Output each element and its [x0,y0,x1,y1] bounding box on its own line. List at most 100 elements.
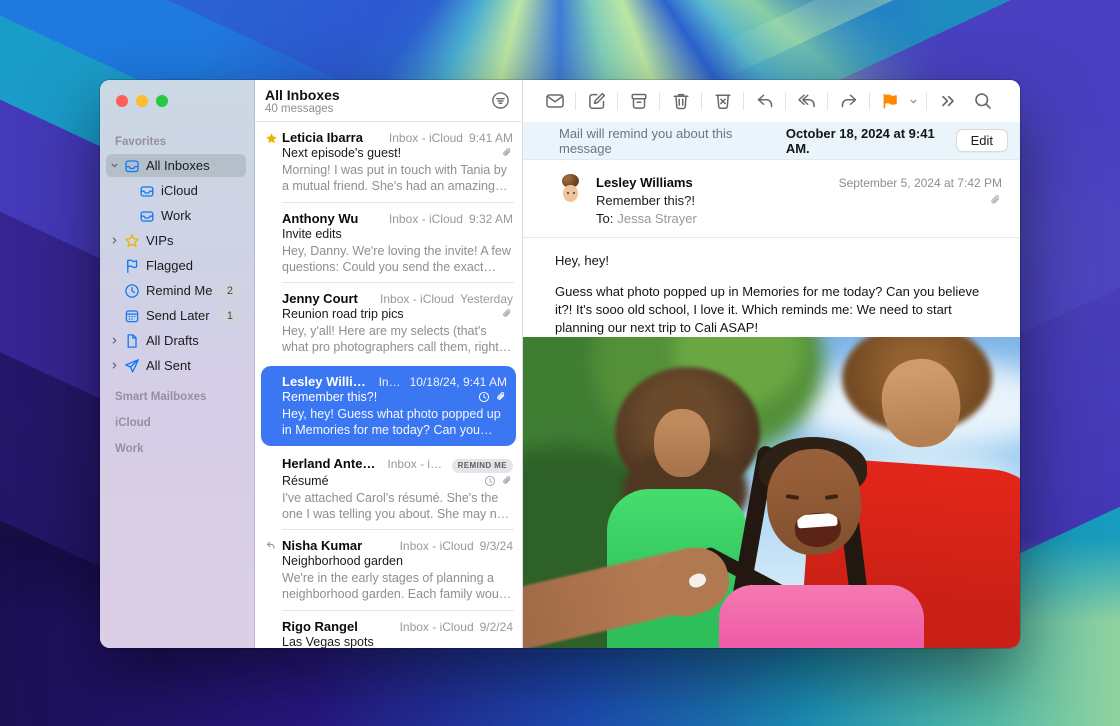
to-label: To: [596,211,613,226]
photo-attachment[interactable] [523,337,1020,648]
message-preview: Morning! I was put in touch with Tania b… [282,162,513,195]
body-paragraph: Guess what photo popped up in Memories f… [555,283,990,337]
message-sender: Anthony Wu [282,211,383,226]
sidebar: FavoritesAll InboxesiCloudWorkVIPsFlagge… [100,80,255,648]
message-sender: Leticia Ibarra [282,130,383,145]
photo-person-center-shirt [719,585,924,648]
list-message-count: 40 messages [265,103,488,116]
sidebar-item-icloud[interactable]: iCloud [106,179,246,202]
flag-button[interactable] [877,89,904,113]
message-row-lesley-williams[interactable]: Lesley WilliamsInb...10/18/24, 9:41 AMRe… [261,366,516,447]
chevron-down-icon[interactable] [106,160,123,171]
mailbox-list: FavoritesAll InboxesiCloudWorkVIPsFlagge… [100,136,254,455]
paperclip-icon [501,308,513,320]
message-subject: Neighborhood garden [282,554,513,568]
toolbar [523,80,1020,122]
message-mailbox: Inbox - iCloud [400,620,474,634]
list-title-wrap: All Inboxes 40 messages [265,85,488,116]
message-list: Leticia IbarraInbox - iCloud9:41 AMNext … [255,122,522,648]
message-sender: Nisha Kumar [282,538,394,553]
message-row-herland-antezana[interactable]: Herland AntezanaInbox - iCl...REMIND MER… [255,448,522,530]
message-mailbox: Inbox - iCl... [387,457,445,471]
message-preview: We're in the early stages of planning a … [282,570,513,603]
reminder-date: October 18, 2024 at 9:41 AM. [786,126,956,156]
chevron-right-icon[interactable] [106,335,123,346]
forward-button[interactable] [835,89,862,113]
sidebar-item-label: VIPs [146,233,246,248]
minimize-button[interactable] [136,95,148,107]
message-subject: Reunion road trip pics [282,307,496,321]
message-subject: Las Vegas spots [282,635,513,649]
more-toolbar-button[interactable] [934,89,961,113]
message-time: 9/3/24 [480,539,513,553]
message-time: 9/2/24 [480,620,513,634]
edit-reminder-button[interactable]: Edit [956,129,1008,152]
clock-icon [478,391,490,403]
message-sender: Jenny Court [282,291,374,306]
inbox-icon [138,182,155,199]
message-time: Yesterday [460,292,513,306]
close-button[interactable] [116,95,128,107]
mail-window: FavoritesAll InboxesiCloudWorkVIPsFlagge… [100,80,1020,648]
archive-button[interactable] [625,89,652,113]
window-controls [100,80,254,122]
junk-button[interactable] [709,89,736,113]
sidebar-section-icloud[interactable]: iCloud [115,417,254,429]
message-header-text: Lesley Williams Remember this?! To:Jessa… [596,174,839,227]
sidebar-item-work[interactable]: Work [106,204,246,227]
chevron-down-icon[interactable] [908,96,919,107]
compose-button[interactable] [583,89,610,113]
toolbar-divider [617,92,618,110]
sidebar-item-send-later[interactable]: Send Later1 [106,304,246,327]
sidebar-item-flagged[interactable]: Flagged [106,254,246,277]
star-icon [123,232,140,249]
sidebar-item-label: All Sent [146,358,246,373]
sender-avatar[interactable] [555,175,585,205]
message-row-anthony-wu[interactable]: Anthony WuInbox - iCloud9:32 AMInvite ed… [255,203,522,284]
toolbar-divider [785,92,786,110]
reply-all-button[interactable] [793,89,820,113]
sidebar-item-all-inboxes[interactable]: All Inboxes [106,154,246,177]
sidebar-section-favorites[interactable]: Favorites [115,136,254,148]
message-pane: Mail will remind you about this message … [523,80,1020,648]
message-subject: Résumé [282,474,479,488]
calendar-icon [123,307,140,324]
get-mail-button[interactable] [541,89,568,113]
message-row-leticia-ibarra[interactable]: Leticia IbarraInbox - iCloud9:41 AMNext … [255,122,522,203]
message-mailbox: Inbox - iCloud [380,292,454,306]
recipient-name[interactable]: Jessa Strayer [617,211,696,226]
message-preview: Hey, Danny. We're loving the invite! A f… [282,243,513,276]
sidebar-item-label: Work [161,208,246,223]
sidebar-item-label: Send Later [146,308,216,323]
sidebar-item-label: Remind Me [146,283,216,298]
paperclip-icon [501,147,513,159]
list-title: All Inboxes [265,87,488,103]
message-subject: Invite edits [282,227,513,241]
sidebar-section-work[interactable]: Work [115,443,254,455]
inbox-tray-icon [123,157,140,174]
message-row-jenny-court[interactable]: Jenny Court Inbox - iCloud YesterdayReunio… [255,283,522,364]
reply-button[interactable] [751,89,778,113]
search-button[interactable] [969,89,996,113]
chevron-right-icon[interactable] [106,235,123,246]
star-filled-icon[interactable] [263,132,279,145]
sidebar-item-all-drafts[interactable]: All Drafts [106,329,246,352]
message-date: September 5, 2024 at 7:42 PM [839,174,1002,192]
chevron-right-icon[interactable] [106,360,123,371]
message-mailbox: Inbox - iCloud [389,212,463,226]
filter-icon[interactable] [488,89,512,113]
sidebar-item-vips[interactable]: VIPs [106,229,246,252]
sidebar-item-all-sent[interactable]: All Sent [106,354,246,377]
message-row-nisha-kumar[interactable]: Nisha KumarInbox - iCloud9/3/24Neighborh… [255,530,522,611]
clock-icon [484,475,496,487]
message-preview: Hey, y'all! Here are my selects (that's … [282,323,513,356]
message-subject: Remember this?! [282,390,473,404]
sidebar-item-remind-me[interactable]: Remind Me2 [106,279,246,302]
sidebar-section-smart-mailboxes[interactable]: Smart Mailboxes [115,391,254,403]
delete-button[interactable] [667,89,694,113]
inbox-icon [138,207,155,224]
message-row-rigo-rangel[interactable]: Rigo RangelInbox - iCloud9/2/24Las Vegas… [255,611,522,649]
message-header: Lesley Williams Remember this?! To:Jessa… [523,160,1020,238]
paperclip-icon [839,194,1002,207]
zoom-button[interactable] [156,95,168,107]
